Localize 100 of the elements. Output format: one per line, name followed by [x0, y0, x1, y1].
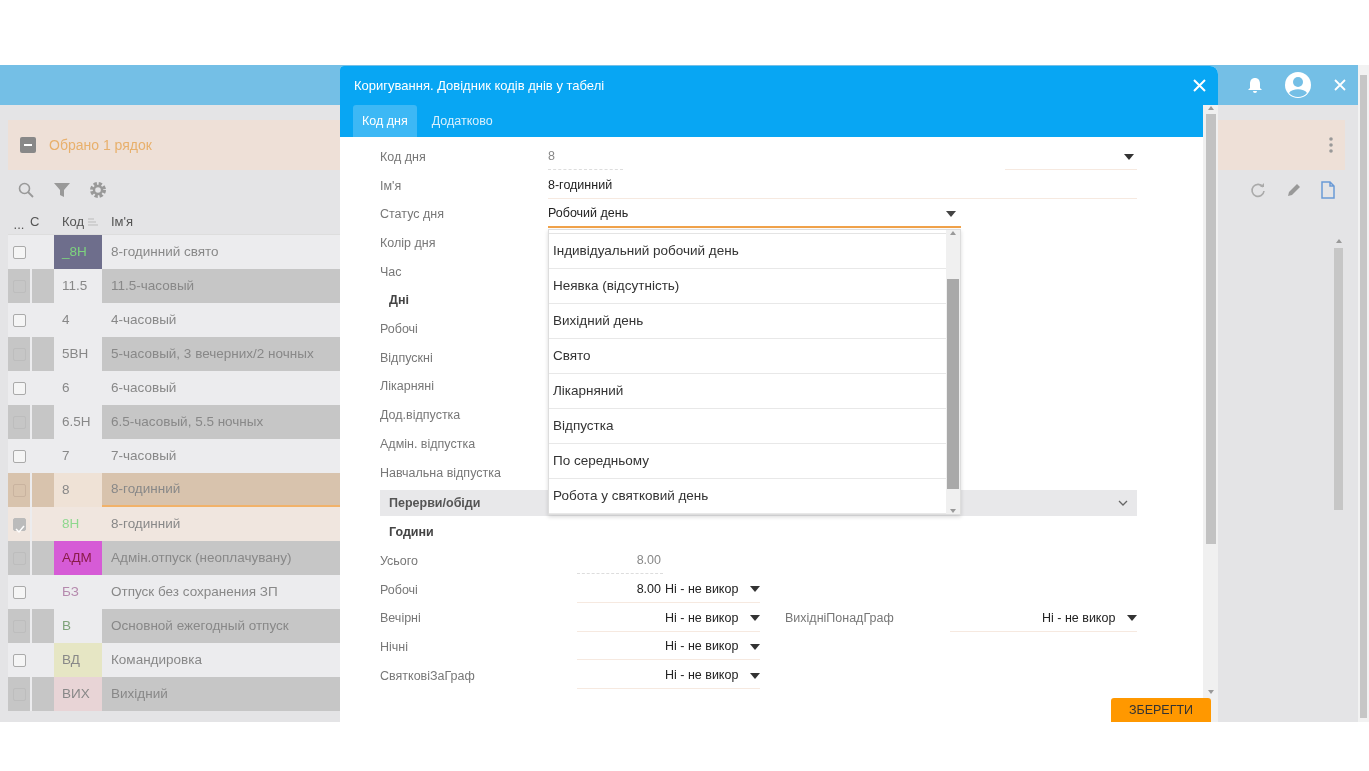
caret-icon: [750, 586, 760, 593]
option-select[interactable]: Ні - не викор: [663, 663, 760, 690]
name-field[interactable]: 8-годинний: [548, 173, 1137, 200]
name-text: Командировка: [110, 650, 203, 669]
hours-field: 8.00: [577, 548, 663, 575]
row-checkbox[interactable]: [12, 585, 26, 599]
field-label: Вечірні: [380, 610, 422, 628]
code-text: 8Н: [62, 514, 80, 533]
grid-row[interactable]: 4 4-часовый: [8, 303, 340, 337]
grid-row[interactable]: 6 6-часовый: [8, 371, 340, 405]
name-text: 8-годинний свято: [110, 242, 220, 261]
name-text: Адмін.отпуск (неоплачувану): [110, 548, 293, 567]
status-select[interactable]: Робочий день: [548, 201, 961, 228]
settings-icon[interactable]: [89, 181, 107, 199]
code-text: 5ВН: [62, 344, 89, 363]
code-text: ВИХ: [62, 684, 90, 703]
column-title: Код: [62, 213, 85, 232]
page-scrollbar[interactable]: [1358, 65, 1369, 722]
column-header[interactable]: ...: [8, 210, 30, 234]
scrollbar[interactable]: [1203, 105, 1218, 722]
code-field[interactable]: 8: [548, 144, 623, 171]
dropdown-option[interactable]: Робота у святковий день: [549, 479, 946, 514]
group-heading: Години: [388, 524, 434, 542]
code-text: АДМ: [62, 548, 92, 567]
selection-count: Обрано 1 рядок: [49, 135, 152, 155]
more-icon[interactable]: [1329, 137, 1333, 153]
code-text: В: [62, 616, 71, 635]
section-title: Перерви/обіди: [389, 494, 481, 512]
field-label: Код дня: [380, 148, 427, 166]
code-text: 6: [62, 378, 70, 397]
column-header[interactable]: С: [30, 210, 54, 234]
chevron-down-icon[interactable]: [1118, 500, 1128, 507]
caret-icon: [1127, 615, 1137, 622]
dropdown-option[interactable]: Вихідний день: [549, 304, 946, 339]
row-checkbox[interactable]: [12, 449, 26, 463]
dropdown-option[interactable]: Індивідуальний робочий день: [549, 234, 946, 269]
option-select[interactable]: Ні - не викор: [663, 605, 760, 632]
user-avatar-icon[interactable]: [1284, 71, 1312, 99]
field-label: СвятковіЗаГраф: [380, 667, 476, 685]
deselect-checkbox-icon[interactable]: [20, 137, 36, 153]
grid-row[interactable]: ВД Командировка: [8, 643, 340, 677]
dialog-title: Коригування. Довідник кодів днів у табелі: [354, 76, 605, 95]
name-text: 5-часовый, 3 вечерних/2 ночных: [110, 344, 315, 363]
scroll-up-icon[interactable]: [1334, 238, 1343, 244]
code-text: БЗ: [62, 582, 79, 601]
field-label: Робочі: [380, 321, 419, 339]
row-checkbox[interactable]: [12, 313, 26, 327]
scroll-up-icon[interactable]: [949, 230, 957, 236]
close-icon[interactable]: [1193, 79, 1206, 92]
scroll-down-icon[interactable]: [949, 508, 957, 514]
row-checkbox[interactable]: [12, 381, 26, 395]
field-label: Лікарняні: [380, 378, 435, 396]
field-label: Дод.відпустка: [380, 407, 462, 425]
field-label: Час: [380, 263, 403, 281]
column-header[interactable]: Ім'я: [102, 210, 340, 234]
grid-row[interactable]: БЗ Отпуск без сохранения ЗП: [8, 575, 340, 609]
row-checkbox[interactable]: [12, 517, 26, 531]
code-text: 4: [62, 310, 70, 329]
grid-row[interactable]: 6.5Н 6.5-часовый, 5.5 ночных: [8, 405, 340, 439]
caret-icon: [750, 672, 760, 679]
code-text: ВД: [62, 650, 80, 669]
row-checkbox[interactable]: [12, 245, 26, 259]
pencil-icon[interactable]: [1285, 182, 1302, 198]
document-icon[interactable]: [1321, 181, 1335, 199]
dropdown-option[interactable]: Неявка (відсутність): [549, 269, 946, 304]
bell-icon[interactable]: [1248, 77, 1262, 93]
name-text: Отпуск без сохранения ЗП: [110, 582, 279, 601]
grid-row[interactable]: 7 7-часовый: [8, 439, 340, 473]
dropdown-option[interactable]: По середньому: [549, 444, 946, 479]
option-select[interactable]: Ні - не викор: [663, 576, 760, 603]
option-select[interactable]: Ні - не викор: [1040, 605, 1137, 632]
field-label: Статус дня: [380, 206, 445, 224]
name-text: Основной ежегодный отпуск: [110, 616, 290, 635]
save-button[interactable]: ЗБЕРЕГТИ: [1111, 698, 1211, 722]
scroll-down-icon[interactable]: [1206, 689, 1215, 695]
dropdown-option[interactable]: Свято: [549, 339, 946, 374]
field-label: ВихідніПонадГраф: [785, 610, 895, 628]
search-icon[interactable]: [18, 182, 34, 198]
field-label: Робочі: [380, 581, 419, 599]
close-icon[interactable]: [1334, 79, 1346, 91]
scrollbar[interactable]: [946, 230, 960, 514]
name-text: 7-часовый: [110, 446, 178, 465]
field-label: Усього: [380, 552, 420, 570]
dropdown-option[interactable]: Відпустка: [549, 409, 946, 444]
field-label: Адмін. відпустка: [380, 435, 477, 453]
filter-icon[interactable]: [53, 182, 70, 198]
dropdown-option[interactable]: Лікарняний: [549, 374, 946, 409]
name-text: 6-часовый: [110, 378, 178, 397]
caret-icon: [946, 210, 956, 217]
row-checkbox[interactable]: [12, 653, 26, 667]
option-select[interactable]: Ні - не викор: [663, 634, 760, 661]
caret-icon: [750, 615, 760, 622]
code-text: 8: [62, 480, 70, 499]
name-text: 6.5-часовый, 5.5 ночных: [110, 412, 265, 431]
grid-row[interactable]: _8Н 8-годинний свято: [8, 235, 340, 269]
code-text: 11.5: [62, 276, 88, 295]
refresh-icon[interactable]: [1250, 182, 1266, 198]
field-label: Колір дня: [380, 235, 437, 253]
field-label: Навчальна відпустка: [380, 464, 502, 482]
hours-field[interactable]: 8.00: [577, 576, 663, 603]
